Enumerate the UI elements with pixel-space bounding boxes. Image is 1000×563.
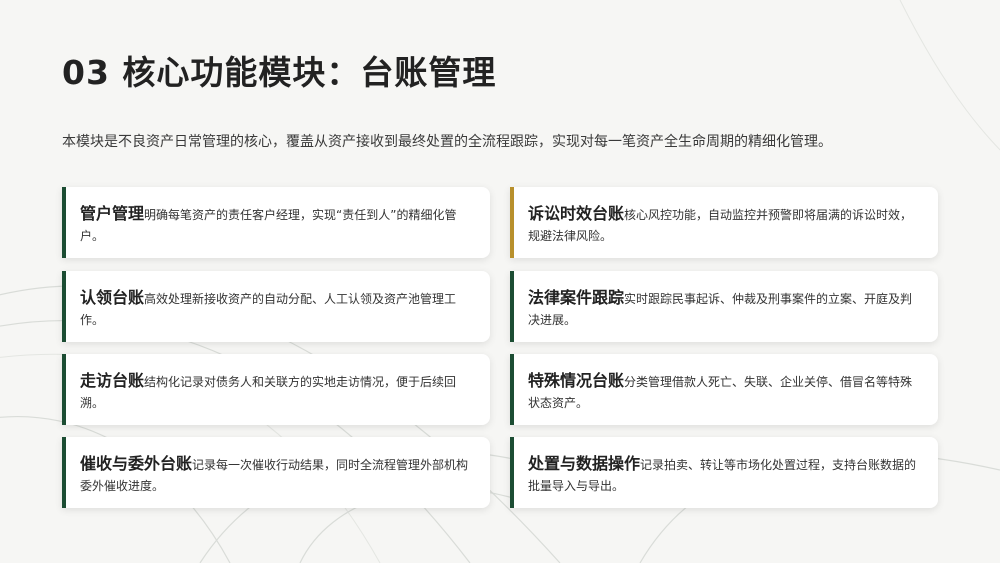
card-heading: 催收与委外台账 (80, 454, 193, 473)
card-heading: 管户管理 (80, 204, 145, 223)
card-claim-ledger: 认领台账高效处理新接收资产的自动分配、人工认领及资产池管理工作。 (62, 271, 490, 342)
card-account-management: 管户管理明确每笔资产的责任客户经理，实现“责任到人”的精细化管户。 (62, 187, 490, 258)
page-title: 03 核心功能模块：台账管理 (62, 53, 497, 92)
card-heading: 走访台账 (80, 371, 145, 390)
card-heading: 特殊情况台账 (528, 371, 625, 390)
card-heading: 认领台账 (80, 288, 145, 307)
card-visit-ledger: 走访台账结构化记录对债务人和关联方的实地走访情况，便于后续回溯。 (62, 354, 490, 425)
card-special-case-ledger: 特殊情况台账分类管理借款人死亡、失联、企业关停、借冒名等特殊状态资产。 (510, 354, 938, 425)
card-legal-case-tracking: 法律案件跟踪实时跟踪民事起诉、仲裁及刑事案件的立案、开庭及判决进展。 (510, 271, 938, 342)
card-disposal-data-ops: 处置与数据操作记录拍卖、转让等市场化处置过程，支持台账数据的批量导入与导出。 (510, 437, 938, 508)
card-heading: 处置与数据操作 (528, 454, 641, 473)
card-collection-outsourcing: 催收与委外台账记录每一次催收行动结果，同时全流程管理外部机构委外催收进度。 (62, 437, 490, 508)
card-litigation-limitation: 诉讼时效台账核心风控功能，自动监控并预警即将届满的诉讼时效，规避法律风险。 (510, 187, 938, 258)
card-heading: 法律案件跟踪 (528, 288, 625, 307)
page-subtitle: 本模块是不良资产日常管理的核心，覆盖从资产接收到最终处置的全流程跟踪，实现对每一… (62, 134, 832, 150)
card-heading: 诉讼时效台账 (528, 204, 625, 223)
